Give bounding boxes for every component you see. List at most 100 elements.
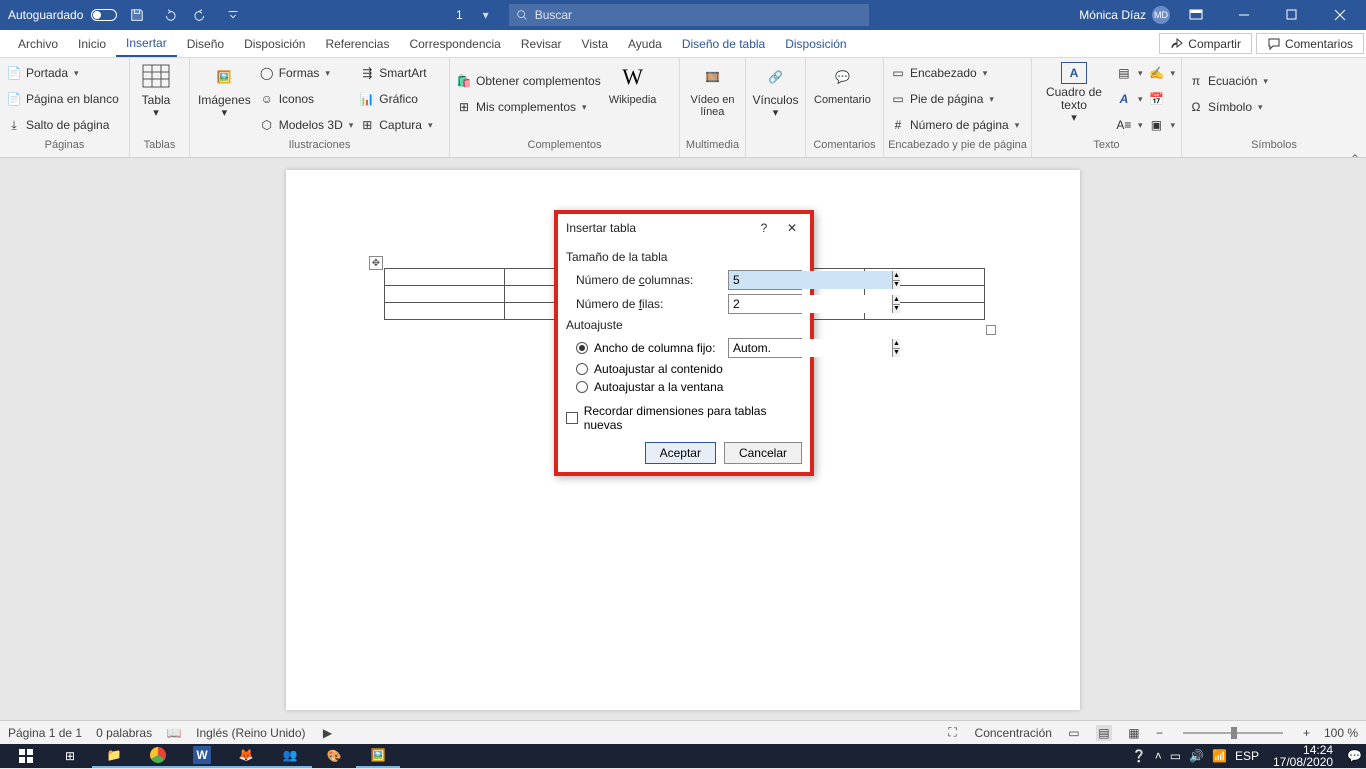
symbol-button[interactable]: ΩSímbolo▾: [1186, 96, 1270, 118]
equation-button[interactable]: πEcuación▾: [1186, 70, 1270, 92]
firefox-icon[interactable]: 🦊: [224, 744, 268, 768]
search-input[interactable]: [535, 8, 863, 22]
quick-parts-button[interactable]: ▤▾: [1114, 62, 1145, 84]
menu-diseno[interactable]: Diseño: [177, 30, 234, 57]
word-count[interactable]: 0 palabras: [96, 726, 152, 740]
comment-button[interactable]: 💬Comentario: [810, 60, 875, 108]
fixed-width-spinner[interactable]: ▲▼: [728, 338, 802, 358]
rows-up-icon[interactable]: ▲: [893, 295, 900, 305]
close-button[interactable]: [1318, 0, 1362, 30]
tray-chevron-icon[interactable]: ˄: [1155, 749, 1162, 763]
columns-up-icon[interactable]: ▲: [893, 271, 900, 281]
ok-button[interactable]: Aceptar: [645, 442, 716, 464]
table-resize-handle[interactable]: [986, 325, 996, 335]
menu-ayuda[interactable]: Ayuda: [618, 30, 672, 57]
zoom-level[interactable]: 100 %: [1324, 726, 1358, 740]
menu-vista[interactable]: Vista: [572, 30, 618, 57]
columns-input[interactable]: [729, 271, 892, 289]
user-name[interactable]: Mónica Díaz: [1079, 8, 1146, 22]
capture-button[interactable]: ⊞Captura▾: [357, 114, 434, 136]
minimize-button[interactable]: [1222, 0, 1266, 30]
rows-down-icon[interactable]: ▼: [893, 305, 900, 314]
smartart-button[interactable]: ⇶SmartArt: [357, 62, 434, 84]
table-button[interactable]: Tabla▾: [134, 60, 178, 121]
zoom-out-button[interactable]: −: [1156, 726, 1163, 740]
fixed-width-radio[interactable]: [576, 342, 588, 354]
photos-icon[interactable]: 🖼️: [356, 744, 400, 768]
autosave-toggle[interactable]: [91, 9, 117, 21]
search-box[interactable]: [509, 4, 869, 26]
fixed-down-icon[interactable]: ▼: [893, 349, 900, 358]
redo-icon[interactable]: [189, 3, 213, 27]
menu-correspondencia[interactable]: Correspondencia: [399, 30, 510, 57]
help-tray-icon[interactable]: ❔: [1132, 749, 1147, 763]
clock[interactable]: 14:24 17/08/2020: [1273, 744, 1333, 768]
columns-spinner[interactable]: ▲▼: [728, 270, 802, 290]
columns-down-icon[interactable]: ▼: [893, 281, 900, 290]
explorer-icon[interactable]: 📁: [92, 744, 136, 768]
wifi-icon[interactable]: 📶: [1212, 749, 1227, 763]
zoom-slider[interactable]: [1183, 732, 1283, 734]
cancel-button[interactable]: Cancelar: [724, 442, 802, 464]
rows-input[interactable]: [729, 295, 892, 313]
page-break-button[interactable]: ⤓Salto de página: [4, 114, 121, 136]
menu-insertar[interactable]: Insertar: [116, 30, 177, 57]
signature-button[interactable]: ✍▾: [1146, 62, 1177, 84]
maximize-button[interactable]: [1270, 0, 1314, 30]
zoom-in-button[interactable]: +: [1303, 726, 1310, 740]
table-move-handle[interactable]: ✥: [369, 256, 383, 270]
get-addins-button[interactable]: 🛍️Obtener complementos: [454, 70, 603, 92]
menu-disposicion-tabla[interactable]: Disposición: [775, 30, 856, 57]
dialog-help-icon[interactable]: ?: [754, 218, 774, 238]
ribbon-display-icon[interactable]: [1174, 0, 1218, 30]
page-number-button[interactable]: #Número de página▾: [888, 114, 1021, 136]
menu-diseno-tabla[interactable]: Diseño de tabla: [672, 30, 775, 57]
focus-label[interactable]: Concentración: [975, 726, 1052, 740]
teams-icon[interactable]: 👥: [268, 744, 312, 768]
page-indicator[interactable]: Página 1 de 1: [8, 726, 82, 740]
rows-spinner[interactable]: ▲▼: [728, 294, 802, 314]
print-layout-icon[interactable]: ▤: [1096, 725, 1112, 741]
shapes-button[interactable]: ◯Formas▾: [257, 62, 356, 84]
wikipedia-button[interactable]: WWikipedia: [605, 60, 661, 108]
save-icon[interactable]: [125, 3, 149, 27]
3d-models-button[interactable]: ⬡Modelos 3D▾: [257, 114, 356, 136]
fixed-width-input[interactable]: [729, 339, 892, 357]
task-view-icon[interactable]: ⊞: [48, 744, 92, 768]
battery-icon[interactable]: ▭: [1170, 749, 1181, 763]
qat-more-icon[interactable]: [221, 3, 245, 27]
menu-archivo[interactable]: Archivo: [8, 30, 68, 57]
comments-button[interactable]: Comentarios: [1256, 33, 1364, 54]
read-mode-icon[interactable]: ▭: [1066, 725, 1082, 741]
menu-inicio[interactable]: Inicio: [68, 30, 116, 57]
paint-icon[interactable]: 🎨: [312, 744, 356, 768]
share-button[interactable]: Compartir: [1159, 33, 1252, 54]
menu-revisar[interactable]: Revisar: [511, 30, 572, 57]
blank-page-button[interactable]: 📄Página en blanco: [4, 88, 121, 110]
menu-referencias[interactable]: Referencias: [315, 30, 399, 57]
language-indicator[interactable]: Inglés (Reino Unido): [196, 726, 305, 740]
start-button[interactable]: [4, 744, 48, 768]
images-button[interactable]: 🖼️Imágenes▾: [194, 60, 255, 121]
keyboard-lang[interactable]: ESP: [1235, 749, 1259, 763]
notifications-icon[interactable]: 💬: [1347, 749, 1362, 763]
remember-checkbox[interactable]: [566, 412, 578, 424]
chrome-icon[interactable]: [136, 744, 180, 768]
dropcap-button[interactable]: A≡▾: [1114, 114, 1145, 136]
links-button[interactable]: 🔗Vínculos▾: [750, 60, 801, 121]
dialog-close-icon[interactable]: ✕: [782, 218, 802, 238]
macros-icon[interactable]: ▶: [320, 725, 336, 741]
volume-icon[interactable]: 🔊: [1189, 749, 1204, 763]
icons-button[interactable]: ☺Iconos: [257, 88, 356, 110]
online-video-button[interactable]: 🎞️Vídeo en línea: [684, 60, 741, 120]
user-avatar[interactable]: MD: [1152, 6, 1170, 24]
web-layout-icon[interactable]: ▦: [1126, 725, 1142, 741]
datetime-button[interactable]: 📅: [1146, 88, 1177, 110]
undo-icon[interactable]: [157, 3, 181, 27]
footer-button[interactable]: ▭Pie de página▾: [888, 88, 1021, 110]
chart-button[interactable]: 📊Gráfico: [357, 88, 434, 110]
menu-disposicion[interactable]: Disposición: [234, 30, 315, 57]
fit-window-radio[interactable]: [576, 381, 588, 393]
textbox-button[interactable]: ACuadro de texto▾: [1036, 60, 1112, 126]
header-button[interactable]: ▭Encabezado▾: [888, 62, 1021, 84]
